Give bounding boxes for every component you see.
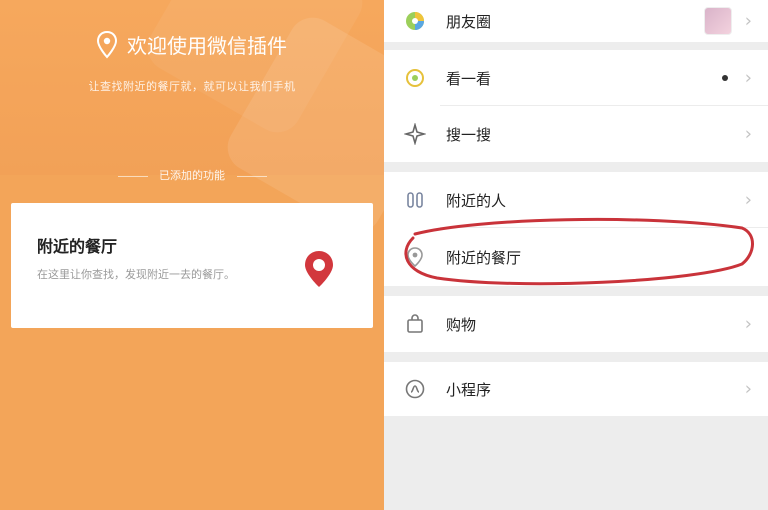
menu-item-moments[interactable]: 朋友圈 › [384,0,768,42]
menu-item-label: 朋友圈 [446,12,492,31]
chevron-right-icon: › [744,10,752,32]
mini-program-icon [404,378,426,400]
section-line-left [117,175,148,177]
nearby-restaurant-card[interactable]: 附近的餐厅 在这里让你查找，发现附近一去的餐厅。 [11,203,373,328]
chevron-right-icon: › [744,313,752,335]
section-title: 已添加的功能 [0,167,384,183]
menu-item-mini-program[interactable]: 小程序 › [384,362,768,416]
welcome-row: 欢迎使用微信插件 [0,30,384,59]
moments-thumbnail [704,7,732,35]
chevron-right-icon: › [744,189,752,211]
chevron-right-icon: › [744,378,752,400]
section-line-right [236,175,267,177]
menu-item-nearby-restaurant[interactable]: 附近的餐厅 [384,228,768,286]
menu-item-label: 搜一搜 [446,125,492,144]
menu-item-label: 附近的餐厅 [446,248,522,267]
welcome-title: 欢迎使用微信插件 [127,34,287,58]
screen-root: 欢迎使用微信插件 让查找附近的餐厅就，就可以让我们手机 已添加的功能 附近的餐厅… [0,0,768,510]
plugin-panel: 欢迎使用微信插件 让查找附近的餐厅就，就可以让我们手机 已添加的功能 附近的餐厅… [0,0,384,510]
menu-item-nearby-people[interactable]: 附近的人 › [384,172,768,228]
menu-item-label: 购物 [446,315,477,334]
menu-item-search[interactable]: 搜一搜 › [384,106,768,162]
shopping-bag-icon [404,313,426,335]
nearby-people-icon [404,189,426,211]
discover-menu: 朋友圈 › 看一看 › 搜一搜 › 附近的人 › 附近的餐厅 购物 › 小程序 … [384,0,768,510]
menu-item-label: 小程序 [446,380,492,399]
menu-item-shopping[interactable]: 购物 › [384,296,768,352]
menu-item-label: 附近的人 [446,191,507,210]
search-star-icon [404,123,426,145]
location-pin-icon [97,30,117,58]
welcome-subtitle: 让查找附近的餐厅就，就可以让我们手机 [88,80,296,93]
section-title-text: 已添加的功能 [159,169,225,182]
chevron-right-icon: › [744,123,752,145]
restaurant-pin-icon [305,251,333,287]
unread-dot [722,75,728,81]
menu-item-label: 看一看 [446,69,492,88]
menu-item-look[interactable]: 看一看 › [384,50,768,106]
chevron-right-icon: › [744,67,752,89]
moments-icon [404,10,426,32]
restaurant-pin-icon [404,246,426,268]
card-description: 在这里让你查找，发现附近一去的餐厅。 [37,268,235,281]
look-icon [404,67,426,89]
